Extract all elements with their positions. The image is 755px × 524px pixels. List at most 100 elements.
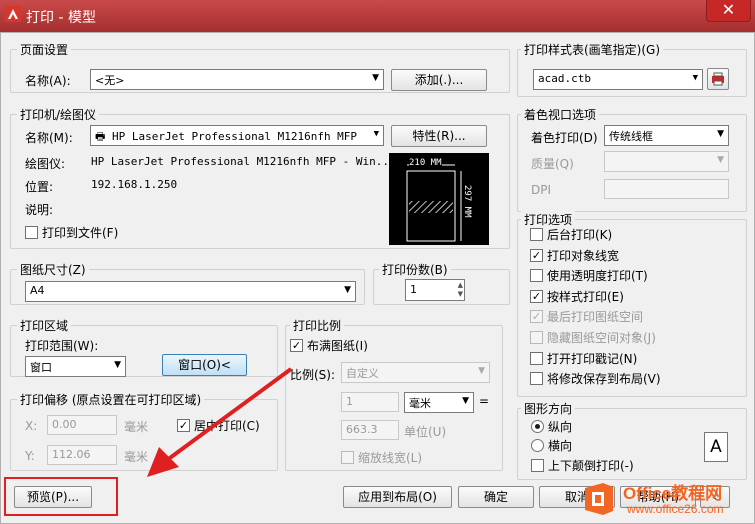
scale-unit-value: 毫米 — [409, 397, 431, 410]
radio-dot — [531, 439, 544, 452]
landscape-label: 横向 — [548, 439, 573, 453]
landscape-radio[interactable]: 横向 — [531, 439, 572, 453]
checkbox-box — [341, 451, 354, 464]
window-title: 打印 - 模型 — [26, 10, 96, 26]
plot-option-label: 最后打印图纸空间 — [547, 310, 644, 325]
print-range-select[interactable]: 窗口 ▼ — [25, 356, 126, 377]
checkbox-box — [530, 228, 543, 241]
equals-sign: = — [479, 394, 490, 408]
plot-option-label: 隐藏图纸空间对象(J) — [547, 331, 656, 345]
shade-plot-select[interactable]: 传统线框 ▼ — [604, 125, 729, 146]
plot-options-heading: 打印选项 — [521, 211, 576, 228]
spinner-arrows-icon: ▲ ▼ — [457, 281, 463, 298]
annotation-arrow-icon — [147, 367, 293, 477]
checkbox-box: ✓ — [530, 248, 543, 262]
plot-option-label: 后台打印(K) — [547, 228, 613, 242]
offset-y-label: Y: — [25, 449, 35, 463]
location-label: 位置: — [25, 180, 54, 194]
plot-option-label: 使用透明度打印(T) — [547, 269, 648, 284]
upside-down-label: 上下颠倒打印(-) — [548, 459, 634, 473]
offset-x-input[interactable]: 0.00 — [47, 415, 117, 435]
chevron-down-icon: ▼ — [717, 129, 724, 139]
plot-option-checkbox[interactable]: 后台打印(K) — [530, 228, 612, 242]
checkbox-box: ✓ — [530, 289, 543, 303]
paper-size-select[interactable]: A4 ▼ — [25, 281, 356, 302]
portrait-radio[interactable]: 纵向 — [531, 420, 572, 434]
checkbox-box — [25, 226, 38, 239]
plot-option-checkbox[interactable]: 打开打印戳记(N) — [530, 351, 638, 366]
print-range-label: 打印范围(W): — [25, 339, 99, 353]
dialog-body: 页面设置 名称(A): <无> ▼ 添加(.)... 打印机/绘图仪 名称(M):… — [0, 32, 755, 524]
checkbox-box: ✓ — [290, 339, 303, 352]
scale-value: 自定义 — [346, 367, 379, 380]
fit-to-paper-label: 布满图纸(I) — [307, 339, 368, 353]
orientation-letter: A — [710, 437, 722, 457]
plot-option-checkbox[interactable]: ✓ 按样式打印(E) — [530, 289, 624, 304]
plot-option-label: 将修改保存到布局(V) — [547, 372, 661, 387]
page-setup-name-label: 名称(A): — [25, 74, 71, 88]
description-label: 说明: — [25, 203, 54, 217]
orientation-page-icon: A — [704, 432, 728, 462]
chevron-down-icon: ▼ — [717, 155, 724, 165]
printer-icon: 🖶 — [95, 130, 113, 143]
chevron-down-icon: ▼ — [373, 129, 379, 139]
chevron-down-icon: ▼ — [462, 396, 469, 406]
shaded-viewport-heading: 着色视口选项 — [521, 106, 600, 123]
print-to-file-label: 打印到文件(F) — [42, 226, 119, 240]
chevron-down-icon: ▼ — [372, 73, 379, 83]
plot-option-checkbox[interactable]: 将修改保存到布局(V) — [530, 372, 661, 386]
printer-name-label: 名称(M): — [25, 131, 73, 145]
add-page-setup-button[interactable]: 添加(.)... — [391, 69, 487, 91]
watermark-url: www.office26.com — [627, 502, 724, 516]
shade-plot-value: 传统线框 — [609, 130, 653, 143]
plot-option-label: 打开打印戳记(N) — [547, 351, 638, 366]
chevron-down-icon: ▼ — [344, 285, 351, 295]
checkbox-box — [530, 269, 543, 283]
scale-value-2-input[interactable]: 663.3 — [341, 420, 399, 440]
offset-y-input[interactable]: 112.06 — [47, 445, 117, 465]
print-to-file-checkbox[interactable]: 打印到文件(F) — [25, 226, 118, 240]
scale-unit-select[interactable]: 毫米 ▼ — [404, 392, 474, 413]
radio-dot — [531, 420, 544, 433]
checkbox-box — [531, 459, 544, 472]
chevron-down-icon: ▼ — [692, 73, 698, 83]
printer-name-value: HP LaserJet Professional M1216nfh MFP — [112, 130, 358, 143]
plot-option-checkbox[interactable]: 使用透明度打印(T) — [530, 269, 648, 283]
paper-height-label: 297 MM — [462, 185, 472, 218]
scale-value-1-input[interactable]: 1 — [341, 392, 399, 412]
printer-properties-button[interactable]: 特性(R)... — [391, 125, 487, 147]
printer-name-select[interactable]: 🖶 HP LaserJet Professional M1216nfh MFP ▼ — [90, 125, 384, 146]
printer-edit-icon — [712, 72, 724, 86]
dpi-input[interactable] — [604, 179, 729, 199]
page-setup-name-value: <无> — [95, 74, 125, 87]
print-range-value: 窗口 — [30, 361, 52, 374]
upside-down-checkbox[interactable]: 上下颠倒打印(-) — [531, 459, 634, 473]
print-area-heading: 打印区域 — [17, 317, 72, 334]
plot-option-label: 按样式打印(E) — [547, 289, 624, 304]
page-setup-name-select[interactable]: <无> ▼ — [90, 69, 384, 90]
dpi-label: DPI — [531, 183, 552, 197]
plot-option-checkbox[interactable]: ✓ 最后打印图纸空间 — [530, 310, 643, 324]
plot-option-checkbox[interactable]: ✓ 打印对象线宽 — [530, 248, 620, 263]
apply-to-layout-button[interactable]: 应用到布局(O) — [343, 486, 452, 508]
plot-option-checkbox[interactable]: 隐藏图纸空间对象(J) — [530, 331, 656, 345]
scale-lineweights-checkbox[interactable]: 缩放线宽(L) — [341, 451, 422, 465]
title-bar: 打印 - 模型 — [0, 0, 755, 32]
plot-option-label: 打印对象线宽 — [547, 248, 620, 263]
paper-size-value: A4 — [30, 284, 45, 297]
location-value: 192.168.1.250 — [91, 178, 178, 191]
paper-size-heading: 图纸尺寸(Z) — [17, 261, 89, 278]
quality-select[interactable]: ▼ — [604, 151, 729, 172]
scale-select[interactable]: 自定义 ▼ — [341, 362, 490, 383]
plot-style-select[interactable]: acad.ctb ▼ — [533, 69, 703, 90]
copies-stepper[interactable]: 1 ▲ ▼ — [405, 279, 465, 301]
plotter-value: HP LaserJet Professional M1216nfh MFP - … — [91, 155, 396, 168]
checkbox-box: ✓ — [530, 310, 543, 324]
fit-to-paper-checkbox[interactable]: ✓ 布满图纸(I) — [290, 339, 368, 353]
plot-options-group — [517, 219, 747, 397]
ok-button[interactable]: 确定 — [458, 486, 534, 508]
edit-plot-style-button[interactable] — [707, 68, 729, 90]
preview-highlight-box — [4, 477, 118, 516]
close-button[interactable]: ✕ — [706, 0, 751, 22]
plot-scale-heading: 打印比例 — [290, 317, 345, 334]
